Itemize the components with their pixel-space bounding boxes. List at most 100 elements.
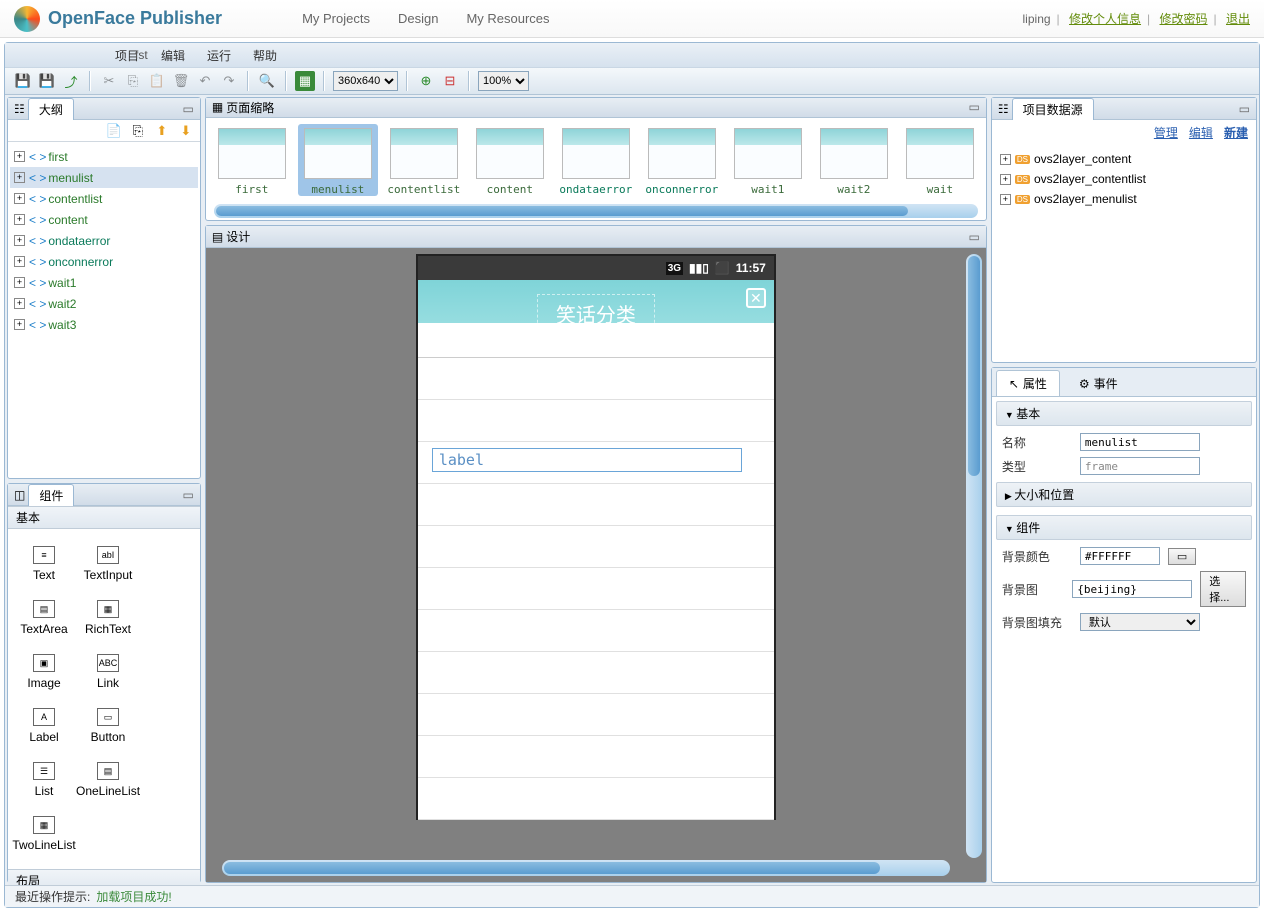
properties-panel: ↖属性 ⚙事件 基本 名称 类型 大小和位置 组件 背景颜色▭ 背景图选择...… xyxy=(991,367,1257,883)
label-name: 名称 xyxy=(1002,434,1072,451)
thumb-wait2[interactable]: wait2 xyxy=(814,124,894,196)
signal-3g-icon: 3G xyxy=(666,262,683,275)
link-edit-profile[interactable]: 修改个人信息 xyxy=(1069,12,1141,26)
datasource-ovs2layer_contentlist[interactable]: +DSovs2layer_contentlist xyxy=(996,169,1252,189)
outline-toolbar: 📄 ⎘ ⬆ ⬇ xyxy=(8,120,200,142)
thumbs-title: 页面缩略 xyxy=(226,99,274,116)
link-change-password[interactable]: 修改密码 xyxy=(1160,12,1208,26)
minimize-icon[interactable]: ▭ xyxy=(1239,102,1250,116)
remove-icon[interactable]: ⊟ xyxy=(440,71,460,91)
input-bgimg[interactable] xyxy=(1072,580,1192,598)
component-image[interactable]: ▣Image xyxy=(12,645,76,699)
component-button[interactable]: ▭Button xyxy=(76,699,140,753)
thumb-ondataerror[interactable]: ondataerror xyxy=(556,124,636,196)
minimize-icon[interactable]: ▭ xyxy=(968,230,979,244)
link-new[interactable]: 新建 xyxy=(1224,126,1248,140)
link-logout[interactable]: 退出 xyxy=(1226,12,1250,26)
section-basic[interactable]: 基本 xyxy=(996,401,1252,426)
component-onelinelist[interactable]: ▤OneLineList xyxy=(76,753,140,807)
canvas-v-scrollbar[interactable] xyxy=(966,254,982,858)
section-layout[interactable]: 布局 xyxy=(8,869,200,885)
datasource-ovs2layer_menulist[interactable]: +DSovs2layer_menulist xyxy=(996,189,1252,209)
nav-design[interactable]: Design xyxy=(398,11,438,26)
redo-icon[interactable]: ↷ xyxy=(219,71,239,91)
link-manage[interactable]: 管理 xyxy=(1154,126,1178,140)
link-edit[interactable]: 编辑 xyxy=(1189,126,1213,140)
resolution-select[interactable]: 360x640 xyxy=(333,71,398,91)
outline-item-contentlist[interactable]: +< >contentlist xyxy=(10,188,198,209)
minimize-icon[interactable]: ▭ xyxy=(968,100,979,114)
nav-my-projects[interactable]: My Projects xyxy=(302,11,370,26)
outline-item-wait3[interactable]: +< >wait3 xyxy=(10,314,198,335)
select-bgfill[interactable]: 默认 xyxy=(1080,613,1200,631)
thumb-content[interactable]: content xyxy=(470,124,550,196)
datasource-icon: ☷ xyxy=(998,102,1009,116)
label-widget[interactable]: label xyxy=(432,448,742,472)
components-title[interactable]: 组件 xyxy=(28,484,74,506)
outline-item-wait2[interactable]: +< >wait2 xyxy=(10,293,198,314)
cut-icon[interactable]: ✂ xyxy=(99,71,119,91)
menu-run[interactable]: 运行 xyxy=(207,47,231,64)
component-richtext[interactable]: ▦RichText xyxy=(76,591,140,645)
export-icon[interactable]: ⤴ xyxy=(61,71,81,91)
datasource-ovs2layer_content[interactable]: +DSovs2layer_content xyxy=(996,149,1252,169)
canvas-h-scrollbar[interactable] xyxy=(222,860,950,876)
component-textarea[interactable]: ▤TextArea xyxy=(12,591,76,645)
components-panel: ◫ 组件▭ 基本 ≡TextabITextInput▤TextArea▦Rich… xyxy=(7,483,201,883)
input-bgcolor[interactable] xyxy=(1080,547,1160,565)
undo-icon[interactable]: ↶ xyxy=(195,71,215,91)
zoom-select[interactable]: 100% xyxy=(478,71,529,91)
paste-icon[interactable]: 📋 xyxy=(147,71,167,91)
outline-item-content[interactable]: +< >content xyxy=(10,209,198,230)
outline-item-onconnerror[interactable]: +< >onconnerror xyxy=(10,251,198,272)
move-down-icon[interactable]: ⬇ xyxy=(176,121,196,141)
section-basic[interactable]: 基本 xyxy=(8,506,200,529)
copy-icon[interactable]: ⎘ xyxy=(123,71,143,91)
menu-help[interactable]: 帮助 xyxy=(253,47,277,64)
phone-time: 11:57 xyxy=(736,261,766,275)
color-picker-icon[interactable]: ▭ xyxy=(1168,548,1196,565)
outline-title[interactable]: 大纲 xyxy=(28,98,74,120)
tab-attributes[interactable]: ↖属性 xyxy=(996,370,1060,396)
minimize-icon[interactable]: ▭ xyxy=(182,102,193,116)
component-link[interactable]: ABCLink xyxy=(76,645,140,699)
thumb-first[interactable]: first xyxy=(212,124,292,196)
component-textinput[interactable]: abITextInput xyxy=(76,537,140,591)
copy-page-icon[interactable]: ⎘ xyxy=(128,121,148,141)
minimize-icon[interactable]: ▭ xyxy=(182,488,193,502)
cursor-icon: ↖ xyxy=(1009,377,1019,391)
menu-edit[interactable]: 编辑 xyxy=(161,47,185,64)
outline-item-first[interactable]: +< >first xyxy=(10,146,198,167)
thumb-wait1[interactable]: wait1 xyxy=(728,124,808,196)
statusbar: 最近操作提示: 加载项目成功! xyxy=(5,885,1259,907)
component-label[interactable]: ALabel xyxy=(12,699,76,753)
thumb-menulist[interactable]: menulist xyxy=(298,124,378,196)
outline-item-wait1[interactable]: +< >wait1 xyxy=(10,272,198,293)
thumbs-scrollbar[interactable] xyxy=(214,204,978,218)
outline-item-ondataerror[interactable]: +< >ondataerror xyxy=(10,230,198,251)
thumb-onconnerror[interactable]: onconnerror xyxy=(642,124,722,196)
input-type[interactable] xyxy=(1080,457,1200,475)
section-sizepos[interactable]: 大小和位置 xyxy=(996,482,1252,507)
tab-events[interactable]: ⚙事件 xyxy=(1066,370,1131,396)
save-all-icon[interactable]: 💾 xyxy=(37,71,57,91)
nav-my-resources[interactable]: My Resources xyxy=(466,11,549,26)
design-canvas[interactable]: 3G ▮▮▯ ⬛ 11:57 笑话分类 ✕ xyxy=(206,248,986,882)
save-icon[interactable]: 💾 xyxy=(13,71,33,91)
add-icon[interactable]: ⊕ xyxy=(416,71,436,91)
new-page-icon[interactable]: 📄 xyxy=(104,121,124,141)
outline-item-menulist[interactable]: +< >menulist xyxy=(10,167,198,188)
datasource-title[interactable]: 项目数据源 xyxy=(1012,98,1094,120)
zoom-icon[interactable]: 🔍 xyxy=(257,71,277,91)
section-component[interactable]: 组件 xyxy=(996,515,1252,540)
input-name[interactable] xyxy=(1080,433,1200,451)
choose-button[interactable]: 选择... xyxy=(1200,571,1246,607)
component-twolinelist[interactable]: ▦TwoLineList xyxy=(12,807,76,861)
image-icon[interactable]: ▦ xyxy=(295,71,315,91)
delete-icon[interactable]: 🗑 xyxy=(171,71,191,91)
thumb-wait[interactable]: wait xyxy=(900,124,980,196)
component-text[interactable]: ≡Text xyxy=(12,537,76,591)
thumb-contentlist[interactable]: contentlist xyxy=(384,124,464,196)
component-list[interactable]: ☰List xyxy=(12,753,76,807)
move-up-icon[interactable]: ⬆ xyxy=(152,121,172,141)
